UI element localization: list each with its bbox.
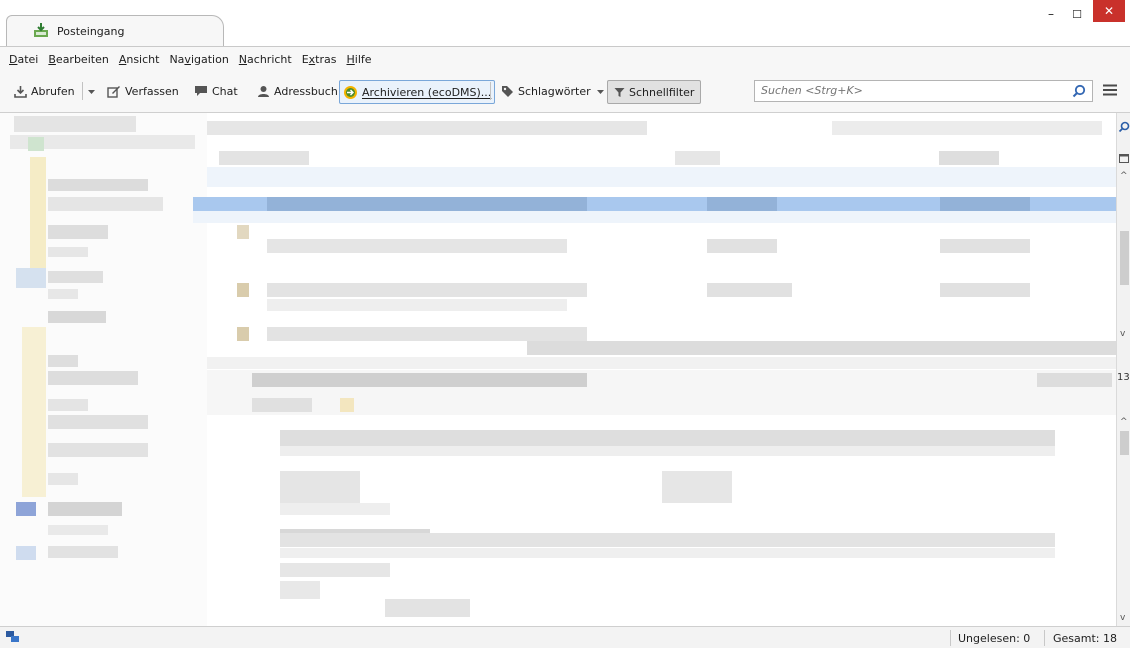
network-status-icon[interactable] [6, 631, 20, 643]
status-divider [950, 630, 951, 646]
close-button[interactable]: ✕ [1093, 0, 1125, 22]
minimize-button[interactable]: – [1040, 0, 1062, 28]
tab-label: Posteingang [57, 25, 125, 38]
search-icon[interactable] [1072, 84, 1086, 101]
menu-help[interactable]: Hilfe [345, 53, 372, 66]
unread-count: Ungelesen: 0 [958, 632, 1031, 645]
thread-list [193, 113, 1116, 370]
menu-message[interactable]: Nachricht [238, 53, 293, 66]
calendar-icon[interactable] [1119, 153, 1129, 163]
tags-button[interactable]: Schlagwörter [501, 81, 609, 101]
menu-file[interactable]: Datei [8, 53, 39, 66]
chevron-down-icon[interactable]: v [1120, 613, 1125, 623]
maximize-icon: ☐ [1072, 7, 1082, 21]
title-bar: Posteingang – ☐ ✕ [0, 0, 1130, 46]
tag-icon [502, 85, 513, 97]
menu-navigation[interactable]: Navigation [168, 53, 229, 66]
compose-button[interactable]: Verfassen [107, 81, 179, 101]
close-icon: ✕ [1103, 4, 1115, 18]
scrollbar-thumb[interactable] [1120, 231, 1129, 285]
chat-button[interactable]: Chat [194, 81, 238, 101]
message-header [207, 370, 1116, 415]
filter-icon [614, 87, 625, 97]
chevron-up-icon[interactable]: ^ [1120, 171, 1128, 181]
hamburger-icon [1103, 84, 1117, 96]
chevron-down-icon [596, 89, 604, 94]
message-body [207, 415, 1116, 626]
get-mail-dropdown[interactable] [87, 81, 100, 101]
folder-pane [0, 113, 208, 626]
quick-filter-button[interactable]: Schnellfilter [607, 80, 702, 104]
addressbook-button[interactable]: Adressbuch [257, 81, 338, 101]
app-menu-button[interactable] [1102, 84, 1118, 99]
inbox-icon [33, 22, 49, 41]
tab-inbox[interactable]: Posteingang [6, 15, 224, 46]
side-panel-strip: ^ v 13 ^ v [1116, 113, 1130, 626]
scrollbar-thumb[interactable] [1120, 431, 1129, 455]
menu-edit[interactable]: Bearbeiten [47, 53, 109, 66]
status-divider [1044, 630, 1045, 646]
ecodms-icon [344, 85, 357, 99]
chevron-down-icon [88, 89, 95, 94]
toolbar-separator [82, 82, 83, 100]
menu-view[interactable]: Ansicht [118, 53, 161, 66]
menu-bar: Datei Bearbeiten Ansicht Navigation Nach… [0, 46, 1130, 71]
minimize-icon: – [1048, 7, 1054, 21]
search-input[interactable] [761, 84, 1061, 97]
maximize-button[interactable]: ☐ [1066, 0, 1088, 28]
total-count: Gesamt: 18 [1053, 632, 1117, 645]
chevron-down-icon[interactable]: v [1120, 329, 1125, 339]
chat-icon [195, 86, 207, 96]
get-mail-button[interactable]: Abrufen [14, 81, 75, 101]
archive-ecodms-button[interactable]: Archivieren (ecoDMS)... [339, 80, 496, 104]
search-icon[interactable] [1118, 121, 1130, 133]
thread-row[interactable] [207, 167, 1116, 187]
status-bar: Ungelesen: 0 Gesamt: 18 [0, 626, 1130, 648]
mail-content-area: ^ v 13 ^ v [0, 113, 1130, 626]
search-box[interactable] [754, 80, 1093, 102]
menu-extras[interactable]: Extras [301, 53, 338, 66]
download-icon [14, 85, 27, 98]
contact-icon [258, 85, 269, 97]
count-label: 13 [1117, 372, 1130, 383]
toolbar-separator [490, 82, 491, 100]
pencil-icon [107, 85, 120, 98]
chevron-up-icon[interactable]: ^ [1120, 417, 1128, 427]
